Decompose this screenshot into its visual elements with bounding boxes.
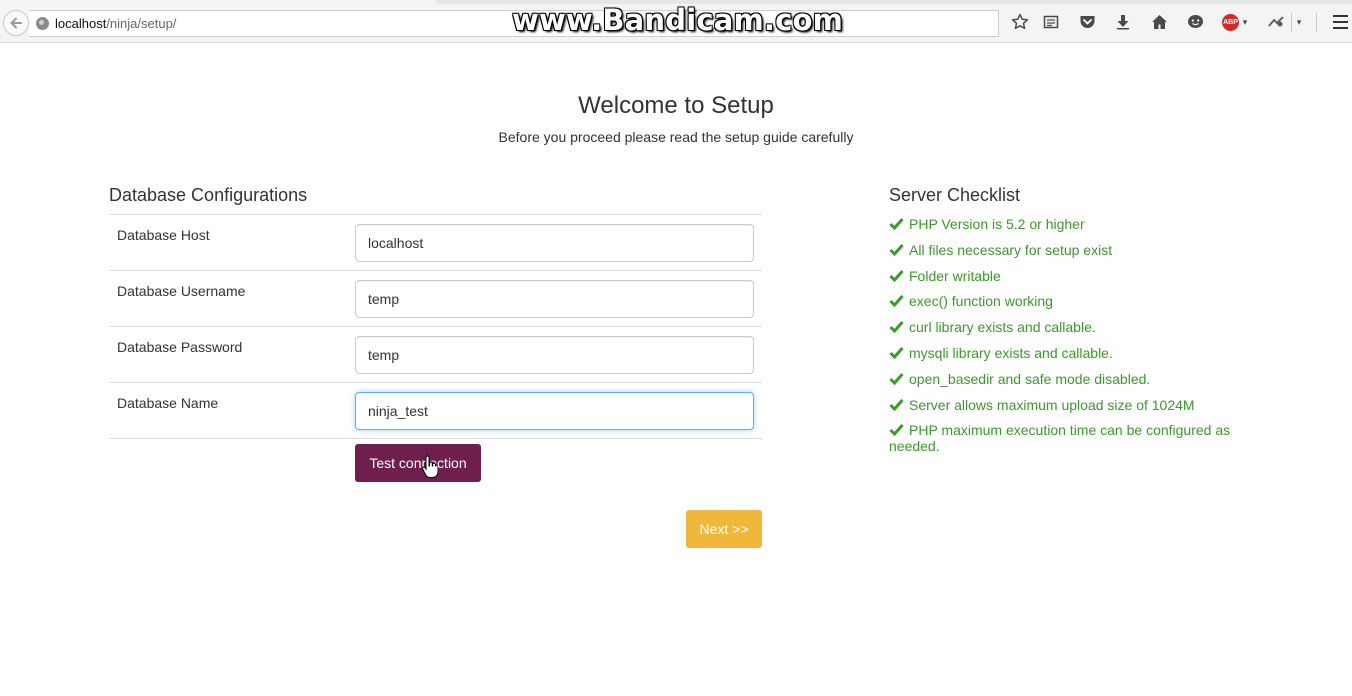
- database-name-label: Database Name: [117, 395, 219, 411]
- form-row-name: Database Name: [109, 382, 762, 439]
- checkmark-icon: [889, 346, 904, 359]
- test-connection-button[interactable]: Test connection: [355, 444, 481, 482]
- checklist-item-text: exec() function working: [909, 293, 1053, 310]
- next-button[interactable]: Next >>: [686, 510, 762, 548]
- database-host-label: Database Host: [117, 227, 210, 243]
- checklist-item-text: Server allows maximum upload size of 102…: [909, 396, 1195, 413]
- toolbar-divider: [1316, 12, 1317, 32]
- url-host: localhost: [55, 16, 107, 31]
- checklist-item-text: curl library exists and callable.: [909, 319, 1096, 336]
- database-name-input[interactable]: [355, 392, 754, 430]
- back-button[interactable]: [3, 10, 29, 36]
- active-tab[interactable]: [0, 0, 436, 4]
- checkmark-icon: [889, 295, 904, 308]
- globe-icon: [36, 17, 49, 30]
- checklist-item: Server allows maximum upload size of 102…: [889, 397, 1249, 413]
- chevron-down-icon[interactable]: ▾: [1240, 12, 1250, 32]
- extension-icon[interactable]: [1266, 12, 1286, 32]
- database-section-heading: Database Configurations: [109, 185, 308, 205]
- checklist-item-text: open_basedir and safe mode disabled.: [909, 370, 1151, 387]
- database-password-input[interactable]: [355, 336, 754, 374]
- checklist-item: open_basedir and safe mode disabled.: [889, 371, 1249, 387]
- home-icon[interactable]: [1149, 12, 1169, 32]
- browser-toolbar: localhost/ninja/setup/ www.Bandicam.com …: [0, 0, 1352, 43]
- reading-list-icon[interactable]: [1041, 12, 1061, 32]
- checkmark-icon: [889, 218, 904, 230]
- chevron-down-icon[interactable]: ▾: [1294, 12, 1304, 32]
- checklist-item-text: PHP Version is 5.2 or higher: [909, 216, 1085, 232]
- checkmark-icon: [889, 372, 904, 385]
- checklist-item-text: Folder writable: [909, 267, 1001, 284]
- checklist-item-text: PHP maximum execution time can be config…: [889, 422, 1231, 455]
- url-text[interactable]: localhost/ninja/setup/: [55, 16, 176, 31]
- back-arrow-icon: [10, 17, 22, 29]
- server-checklist: PHP Version is 5.2 or higher All files n…: [889, 216, 1249, 464]
- checkmark-icon: [889, 269, 904, 282]
- checkmark-icon: [889, 398, 904, 411]
- checklist-item: exec() function working: [889, 293, 1249, 309]
- checklist-item: curl library exists and callable.: [889, 319, 1249, 335]
- server-checklist-heading: Server Checklist: [889, 185, 1021, 205]
- database-username-input[interactable]: [355, 280, 754, 318]
- page-title: Welcome to Setup: [578, 92, 774, 119]
- hamburger-menu-icon[interactable]: [1333, 15, 1348, 33]
- pocket-icon[interactable]: [1077, 12, 1097, 32]
- toolbar-divider: [1291, 12, 1292, 32]
- checklist-item: mysqli library exists and callable.: [889, 345, 1249, 361]
- hand-cursor-icon: [422, 455, 438, 478]
- checkmark-icon: [889, 243, 904, 256]
- checkmark-icon: [889, 321, 904, 334]
- checklist-item: PHP maximum execution time can be config…: [889, 422, 1249, 454]
- checklist-item: All files necessary for setup exist: [889, 242, 1249, 258]
- form-row-password: Database Password: [109, 326, 762, 382]
- checklist-item: PHP Version is 5.2 or higher: [889, 216, 1249, 232]
- form-row-username: Database Username: [109, 270, 762, 326]
- recording-watermark: www.Bandicam.com: [512, 3, 844, 37]
- database-password-label: Database Password: [117, 339, 243, 355]
- form-row-host: Database Host: [109, 214, 762, 270]
- chat-icon[interactable]: [1185, 12, 1205, 32]
- adblock-icon[interactable]: ABP: [1222, 14, 1239, 31]
- page-subtitle: Before you proceed please read the setup…: [498, 129, 854, 145]
- download-icon[interactable]: [1113, 12, 1133, 32]
- database-form: Database Host Database Username Database…: [109, 214, 762, 439]
- database-host-input[interactable]: [355, 224, 754, 262]
- star-icon[interactable]: [1010, 12, 1030, 32]
- checklist-item-text: All files necessary for setup exist: [909, 241, 1113, 258]
- checkmark-icon: [889, 424, 904, 437]
- checklist-item: Folder writable: [889, 268, 1249, 284]
- url-path: /ninja/setup/: [106, 16, 177, 31]
- checklist-item-text: mysqli library exists and callable.: [909, 344, 1113, 361]
- database-username-label: Database Username: [117, 283, 246, 299]
